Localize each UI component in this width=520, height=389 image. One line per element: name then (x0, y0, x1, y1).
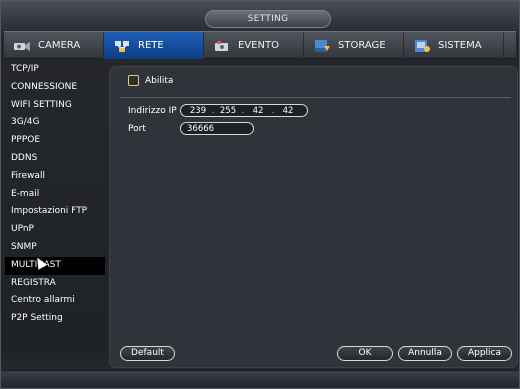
sidebar-item-p2p-setting[interactable]: P2P Setting (5, 310, 105, 328)
sidebar-item-snmp[interactable]: SNMP (5, 239, 105, 257)
sidebar-item-wifi-setting[interactable]: WIFI SETTING (5, 97, 105, 115)
ip-octet-1[interactable]: 239 (187, 106, 209, 116)
window-title: SETTING (205, 10, 331, 28)
tab-label: SISTEMA (438, 40, 482, 51)
sidebar-menu: TCP/IP CONNESSIONE WIFI SETTING 3G/4G PP… (5, 61, 105, 366)
sidebar-item-registra[interactable]: REGISTRA (5, 275, 105, 293)
ip-label: Indirizzo IP (128, 105, 177, 116)
storage-icon (312, 39, 332, 53)
sidebar-item-3g4g[interactable]: 3G/4G (5, 114, 105, 132)
sidebar-item-email[interactable]: E-mail (5, 186, 105, 204)
network-icon (112, 39, 132, 53)
sidebar-item-firewall[interactable]: Firewall (5, 168, 105, 186)
event-icon (212, 39, 232, 53)
sidebar-item-pppoe[interactable]: PPPOE (5, 132, 105, 150)
port-value: 36666 (187, 123, 215, 134)
divider (120, 97, 511, 98)
tab-label: STORAGE (338, 40, 386, 51)
ok-button[interactable]: OK (337, 346, 393, 361)
settings-window: SETTING CAMERA RETE EVENTO STORAGE SISTE… (0, 0, 520, 389)
ip-row: Indirizzo IP 239 . 255 . 42 . 42 (128, 104, 308, 117)
default-button[interactable]: Default (120, 346, 175, 361)
tab-label: RETE (138, 40, 164, 51)
sidebar-item-ddns[interactable]: DDNS (5, 150, 105, 168)
sidebar-item-tcpip[interactable]: TCP/IP (5, 61, 105, 79)
tab-label: CAMERA (38, 40, 81, 51)
camera-icon (12, 39, 32, 53)
port-field[interactable]: 36666 (180, 122, 254, 135)
sidebar-item-multicast[interactable]: MULTICAST (5, 256, 105, 275)
port-row: Port 36666 (128, 122, 254, 135)
tab-bar: CAMERA RETE EVENTO STORAGE SISTEMA (4, 31, 516, 59)
enable-label: Abilita (145, 75, 174, 86)
ip-separator: . (271, 105, 275, 116)
tab-evento[interactable]: EVENTO (204, 32, 304, 59)
sidebar-item-centro-allarmi[interactable]: Centro allarmi (5, 292, 105, 310)
sidebar-item-connessione[interactable]: CONNESSIONE (5, 79, 105, 97)
status-bar (1, 370, 519, 388)
enable-checkbox[interactable] (128, 75, 139, 86)
apply-button[interactable]: Applica (457, 346, 512, 361)
tab-label: EVENTO (238, 40, 279, 51)
ip-octet-3[interactable]: 42 (247, 106, 269, 116)
title-bar: SETTING (1, 1, 519, 29)
ip-separator: . (211, 105, 215, 116)
enable-row: Abilita (128, 75, 173, 86)
system-icon (412, 39, 432, 53)
port-label: Port (128, 123, 146, 134)
ip-address-field[interactable]: 239 . 255 . 42 . 42 (180, 104, 308, 117)
tab-rete[interactable]: RETE (104, 32, 204, 59)
tab-camera[interactable]: CAMERA (4, 32, 104, 59)
tab-sistema[interactable]: SISTEMA (404, 32, 504, 59)
multicast-settings-panel: Abilita Indirizzo IP 239 . 255 . 42 . 42… (109, 66, 518, 368)
cancel-button[interactable]: Annulla (398, 346, 452, 361)
sidebar-item-upnp[interactable]: UPnP (5, 221, 105, 239)
tab-storage[interactable]: STORAGE (304, 32, 404, 59)
ip-octet-4[interactable]: 42 (277, 106, 299, 116)
ip-separator: . (241, 105, 245, 116)
ip-octet-2[interactable]: 255 (217, 106, 239, 116)
sidebar-item-ftp[interactable]: Impostazioni FTP (5, 203, 105, 221)
